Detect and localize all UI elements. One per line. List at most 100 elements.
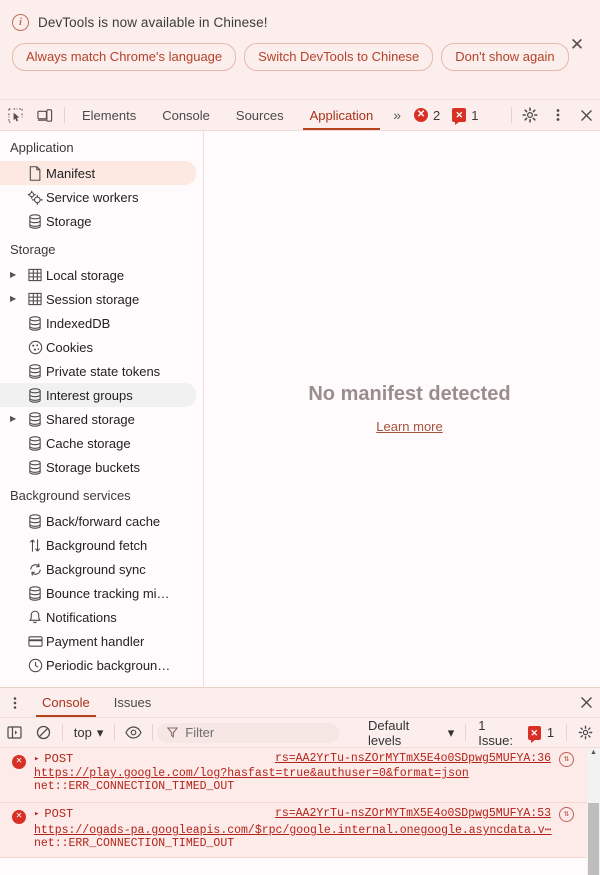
sidebar-item-storage[interactable]: Storage xyxy=(0,209,196,233)
issue-count-label: 1 xyxy=(471,107,479,123)
tab-console[interactable]: Console xyxy=(149,100,223,130)
kebab-menu-icon[interactable] xyxy=(544,100,572,130)
dont-show-again-button[interactable]: Don't show again xyxy=(441,43,569,71)
banner-actions: Always match Chrome's language Switch De… xyxy=(12,43,588,71)
clock-icon xyxy=(24,658,46,673)
database-icon xyxy=(24,363,46,379)
sidebar-item-periodic-backgroun[interactable]: Periodic backgroun… xyxy=(0,653,196,677)
document-icon xyxy=(24,165,46,181)
sidebar-item-label: Notifications xyxy=(46,609,117,625)
log-levels-selector[interactable]: Default levels ▾ xyxy=(361,718,461,748)
sidebar-item-background-sync[interactable]: Background sync xyxy=(0,557,196,581)
sidebar-item-notifications[interactable]: Notifications xyxy=(0,605,196,629)
sidebar-item-indexeddb[interactable]: IndexedDB xyxy=(0,311,196,335)
tab-elements[interactable]: Elements xyxy=(69,100,149,130)
console-settings-gear-icon[interactable] xyxy=(571,718,600,748)
sidebar-item-session-storage[interactable]: ▶ Session storage xyxy=(0,287,196,311)
sidebar-item-cache-storage[interactable]: Cache storage xyxy=(0,431,196,455)
sidebar-item-label: Periodic backgroun… xyxy=(46,657,171,673)
expand-arrow-icon[interactable]: ▶ xyxy=(10,415,24,423)
error-icon: ✕ xyxy=(12,755,26,769)
sidebar-item-payment-handler[interactable]: Payment handler xyxy=(0,629,196,653)
message-source-link[interactable]: rs=AA2YrTu-nsZOrMYTmX5E4o0SDpwg5MUFYA:53 xyxy=(275,807,551,820)
tab-sources[interactable]: Sources xyxy=(223,100,297,130)
device-toolbar-icon[interactable] xyxy=(30,100,60,130)
execution-context-selector[interactable]: top ▾ xyxy=(67,725,111,741)
chevron-down-icon-levels: ▾ xyxy=(447,724,455,740)
console-scroll-thumb[interactable] xyxy=(588,803,599,875)
sidebar-item-back-forward-cache[interactable]: Back/forward cache xyxy=(0,509,196,533)
expand-arrow-icon[interactable]: ▶ xyxy=(10,295,24,303)
request-url[interactable]: https://ogads-pa.googleapis.com/$rpc/goo… xyxy=(0,822,576,837)
request-url[interactable]: https://play.google.com/log?hasfast=true… xyxy=(0,767,576,780)
expand-triangle-icon[interactable]: ▸ xyxy=(34,809,39,819)
console-toolbar: top ▾ Filter Default levels ▾ 1 Issue: ✕… xyxy=(0,718,600,748)
drawer-tab-issues[interactable]: Issues xyxy=(102,688,164,717)
sidebar-item-label: Bounce tracking mi… xyxy=(46,585,170,601)
error-icon: ✕ xyxy=(12,810,26,824)
card-icon xyxy=(24,635,46,648)
more-tabs-icon[interactable]: » xyxy=(386,100,408,130)
issue-icon: ✕ xyxy=(452,108,467,125)
filter-input[interactable]: Filter xyxy=(157,722,340,743)
sidebar-item-interest-groups[interactable]: Interest groups xyxy=(0,383,196,407)
updown-arrows-icon xyxy=(24,538,46,553)
console-scroll-up-icon[interactable]: ▲ xyxy=(590,749,597,756)
expand-triangle-icon[interactable]: ▸ xyxy=(34,754,39,764)
sidebar-item-label: IndexedDB xyxy=(46,315,111,331)
gear-icon[interactable] xyxy=(516,100,544,130)
expand-arrow-icon[interactable]: ▶ xyxy=(10,271,24,279)
sidebar-item-label: Interest groups xyxy=(46,387,133,403)
console-error-message[interactable]: ✕ ▸ POST rs=AA2YrTu-nsZOrMYTmX5E4o0SDpwg… xyxy=(0,803,600,858)
banner-close-icon[interactable]: ✕ xyxy=(564,32,590,58)
language-notice-banner: i DevTools is now available in Chinese! … xyxy=(0,0,600,100)
switch-to-chinese-button[interactable]: Switch DevTools to Chinese xyxy=(244,43,434,71)
console-message-list[interactable]: ✕ ▸ POST rs=AA2YrTu-nsZOrMYTmX5E4o0SDpwg… xyxy=(0,748,600,875)
application-sidebar[interactable]: Application Manifest Service workers Storag… xyxy=(0,131,204,686)
console-divider-2 xyxy=(114,724,116,741)
console-divider-4 xyxy=(465,724,467,741)
show-console-sidebar-icon[interactable] xyxy=(0,718,29,748)
drawer-kebab-menu-icon[interactable] xyxy=(0,688,30,717)
sidebar-item-background-fetch[interactable]: Background fetch xyxy=(0,533,196,557)
issue-count-badge[interactable]: ✕ 1 xyxy=(446,100,484,130)
sidebar-item-shared-storage[interactable]: ▶ Shared storage xyxy=(0,407,196,431)
sidebar-item-label: Service workers xyxy=(46,189,139,205)
sidebar-item-label: Storage xyxy=(46,213,92,229)
console-scrollbar[interactable]: ▲ xyxy=(587,748,600,875)
sidebar-section-header: Background services xyxy=(10,488,131,503)
database-icon xyxy=(24,459,46,475)
issues-label: 1 Issue: xyxy=(478,717,513,748)
network-request-icon[interactable]: ⇅ xyxy=(559,807,574,822)
database-icon xyxy=(24,513,46,529)
sidebar-item-label: Shared storage xyxy=(46,411,135,427)
console-error-message[interactable]: ✕ ▸ POST rs=AA2YrTu-nsZOrMYTmX5E4o0SDpwg… xyxy=(0,748,600,803)
live-expression-icon[interactable] xyxy=(119,718,148,748)
sidebar-item-cookies[interactable]: Cookies xyxy=(0,335,196,359)
banner-header: i DevTools is now available in Chinese! xyxy=(12,10,588,34)
filter-icon xyxy=(167,727,179,738)
sidebar-item-storage-buckets[interactable]: Storage buckets xyxy=(0,455,196,479)
drawer-tab-console[interactable]: Console xyxy=(30,688,102,717)
always-match-language-button[interactable]: Always match Chrome's language xyxy=(12,43,237,71)
error-count-badge[interactable]: ✕ 2 xyxy=(408,100,446,130)
database-icon xyxy=(24,213,46,229)
learn-more-link[interactable]: Learn more xyxy=(376,419,442,434)
close-icon[interactable] xyxy=(572,100,600,130)
sidebar-item-service-workers[interactable]: Service workers xyxy=(0,185,196,209)
request-method: POST xyxy=(44,752,74,766)
tab-application[interactable]: Application xyxy=(297,100,387,130)
clear-console-icon[interactable] xyxy=(29,718,58,748)
network-request-icon[interactable]: ⇅ xyxy=(559,752,574,767)
console-issues-chip[interactable]: 1 Issue: ✕ 1 xyxy=(470,718,562,748)
sidebar-item-bounce-tracking-mi[interactable]: Bounce tracking mi… xyxy=(0,581,196,605)
sidebar-item-manifest[interactable]: Manifest xyxy=(0,161,196,185)
message-header: ▸ POST rs=AA2YrTu-nsZOrMYTmX5E4o0SDpwg5M… xyxy=(0,807,576,822)
message-source-link[interactable]: rs=AA2YrTu-nsZOrMYTmX5E4o0SDpwg5MUFYA:36 xyxy=(275,752,551,765)
sidebar-item-private-state-tokens[interactable]: Private state tokens xyxy=(0,359,196,383)
inspect-element-icon[interactable] xyxy=(0,100,30,130)
drawer-close-icon[interactable] xyxy=(572,688,600,717)
drawer-tabbar: Console Issues xyxy=(0,687,600,718)
sidebar-item-local-storage[interactable]: ▶ Local storage xyxy=(0,263,196,287)
sidebar-item-label: Background sync xyxy=(46,561,146,577)
